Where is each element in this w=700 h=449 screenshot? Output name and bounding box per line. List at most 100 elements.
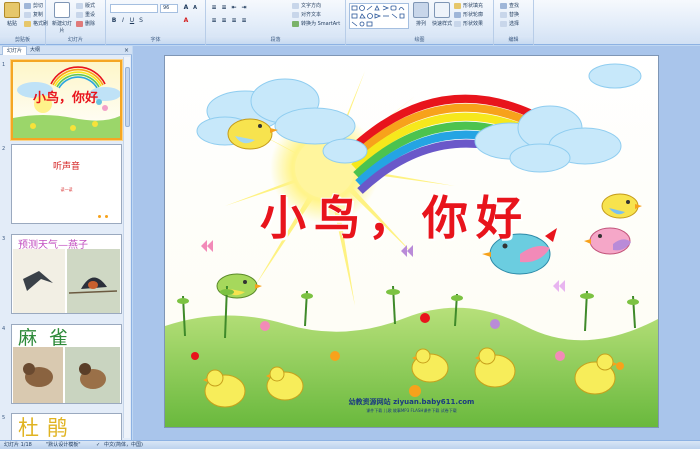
- shape-outline-button[interactable]: 形状轮廓: [454, 11, 483, 19]
- panel-tabs: 幻灯片 大纲 ×: [0, 46, 132, 55]
- new-slide-icon: [54, 2, 70, 18]
- paragraph-group-label: 段落: [206, 36, 345, 44]
- slide-thumb-2-title: 听声音: [52, 162, 80, 172]
- format-painter-button[interactable]: 格式刷: [24, 20, 48, 28]
- check-icon: ✓: [96, 442, 101, 448]
- font-size-select[interactable]: 96: [160, 4, 178, 13]
- watermark-line-2: 课件下载 儿歌 故事MP3 FLASH课件下载 试卷下载: [366, 408, 457, 413]
- slide-number: 1: [2, 62, 6, 68]
- increase-indent-button[interactable]: ⇥: [240, 4, 248, 12]
- smartart-icon: [292, 21, 299, 27]
- slides-group-label: 幻灯片: [46, 36, 105, 44]
- replace-icon: [500, 12, 507, 18]
- delete-icon: [76, 21, 83, 27]
- smartart-button[interactable]: 转换为 SmartArt: [292, 20, 340, 28]
- font-name-select[interactable]: [110, 4, 158, 13]
- panel-scrollbar[interactable]: [123, 57, 130, 438]
- shrink-font-button[interactable]: A: [191, 4, 199, 12]
- slides-panel: 幻灯片 大纲 × 1 小鸟，你好 2 听声音 读一读 3 预测天气—燕子 4 麻…: [0, 46, 132, 440]
- slide-number: 2: [2, 146, 6, 152]
- slide-number: 5: [2, 415, 6, 421]
- reset-icon: [76, 12, 83, 18]
- text-direction-button[interactable]: 文字方向: [292, 2, 321, 10]
- tab-slides[interactable]: 幻灯片: [2, 46, 28, 55]
- align-text-button[interactable]: 对齐文本: [292, 11, 321, 19]
- clipboard-group-label: 剪贴板: [0, 36, 45, 44]
- bold-button[interactable]: B: [110, 17, 118, 25]
- slides-group: 新建幻灯片 版式 重设 删除 幻灯片: [46, 0, 106, 45]
- shape-fill-button[interactable]: 形状填充: [454, 2, 483, 10]
- cut-button[interactable]: 剪切: [24, 2, 43, 10]
- underline-button[interactable]: U: [128, 17, 136, 25]
- shapes-gallery-icons: [351, 5, 405, 27]
- align-left-button[interactable]: ≡: [210, 17, 218, 25]
- italic-button[interactable]: I: [119, 17, 127, 25]
- slide-title[interactable]: 小鸟，你好: [260, 182, 530, 248]
- quick-styles-button[interactable]: 快速样式: [432, 2, 452, 27]
- effects-icon: [454, 21, 461, 27]
- slide-thumb-3[interactable]: 预测天气—燕子: [11, 234, 122, 314]
- watermark-line-1: 幼教资源网站 ziyuan.baby611.com: [348, 398, 475, 406]
- paint-bucket-icon: [454, 3, 461, 9]
- reset-button[interactable]: 重设: [76, 11, 95, 19]
- drawing-group: 排列 快速样式 形状填充 形状轮廓 形状效果 绘图: [346, 0, 494, 45]
- strikethrough-button[interactable]: S: [137, 17, 145, 25]
- status-bar: 幻灯片 1/18 "默认设计模板" ✓ 中文(简体，中国): [0, 440, 700, 449]
- audio-icon: [105, 215, 108, 218]
- arrange-button[interactable]: 排列: [412, 2, 430, 27]
- slide-count: 幻灯片 1/18: [4, 442, 32, 448]
- pen-icon: [454, 12, 461, 18]
- editing-group: 查找 替换 选择 编辑: [494, 0, 534, 45]
- font-group: 96 A A B I U S A 字体: [106, 0, 206, 45]
- slide-thumb-2[interactable]: 听声音 读一读: [11, 144, 122, 224]
- layout-icon: [76, 3, 83, 9]
- copy-button[interactable]: 复制: [24, 11, 43, 19]
- decrease-indent-button[interactable]: ⇤: [230, 4, 238, 12]
- new-slide-button[interactable]: 新建幻灯片: [50, 2, 74, 34]
- grow-font-button[interactable]: A: [182, 4, 190, 12]
- binoculars-icon: [500, 3, 507, 9]
- sparrow-photos: [13, 347, 120, 403]
- shape-effects-button[interactable]: 形状效果: [454, 20, 483, 28]
- panel-scrollbar-thumb[interactable]: [125, 67, 130, 127]
- brush-icon: [24, 21, 31, 27]
- delete-slide-button[interactable]: 删除: [76, 20, 95, 28]
- text-direction-icon: [292, 3, 299, 9]
- bullets-button[interactable]: ≡: [210, 4, 218, 12]
- slide-workspace: 小鸟，你好 幼教资源网站 ziyuan.baby611.com 课件下载 儿歌 …: [133, 46, 700, 440]
- slide-thumb-4[interactable]: 麻雀: [11, 324, 122, 404]
- quick-styles-icon: [434, 2, 450, 18]
- paragraph-group: ≡ ≡ ⇤ ⇥ ≡ ≡ ≡ ≡ 文字方向 对齐文本 转换为 SmartArt 段…: [206, 0, 346, 45]
- font-group-label: 字体: [106, 36, 205, 44]
- copy-icon: [24, 12, 31, 18]
- layout-button[interactable]: 版式: [76, 2, 95, 10]
- slide-thumb-2-sub: 读一读: [60, 187, 73, 192]
- shapes-gallery[interactable]: [349, 3, 409, 29]
- align-right-button[interactable]: ≡: [230, 17, 238, 25]
- drawing-group-label: 绘图: [346, 36, 493, 44]
- slide-number: 3: [2, 236, 6, 242]
- slide-thumb-1[interactable]: 小鸟，你好: [11, 60, 122, 140]
- numbering-button[interactable]: ≡: [220, 4, 228, 12]
- close-icon[interactable]: ×: [124, 47, 129, 54]
- ribbon: 粘贴 剪切 复制 格式刷 剪贴板 新建幻灯片 版式 重设 删除 幻灯片 96 A…: [0, 0, 700, 45]
- justify-button[interactable]: ≡: [240, 17, 248, 25]
- find-button[interactable]: 查找: [500, 2, 519, 10]
- select-button[interactable]: 选择: [500, 20, 519, 28]
- font-color-button[interactable]: A: [182, 17, 190, 25]
- replace-button[interactable]: 替换: [500, 11, 519, 19]
- paste-button[interactable]: 粘贴: [2, 2, 22, 27]
- scissors-icon: [24, 3, 31, 9]
- align-center-button[interactable]: ≡: [220, 17, 228, 25]
- slide-thumb-5[interactable]: 杜鹃: [11, 413, 122, 440]
- cursor-icon: [500, 21, 507, 27]
- align-text-icon: [292, 12, 299, 18]
- editing-group-label: 编辑: [494, 36, 533, 44]
- clipboard-group: 粘贴 剪切 复制 格式刷 剪贴板: [0, 0, 48, 45]
- current-slide[interactable]: 小鸟，你好 幼教资源网站 ziyuan.baby611.com 课件下载 儿歌 …: [164, 55, 659, 428]
- clipboard-icon: [4, 2, 20, 18]
- tab-outline[interactable]: 大纲: [26, 46, 44, 55]
- arrange-icon: [413, 2, 429, 18]
- slide-thumb-5-title: 杜鹃: [18, 416, 76, 440]
- audio-icon: [98, 215, 101, 218]
